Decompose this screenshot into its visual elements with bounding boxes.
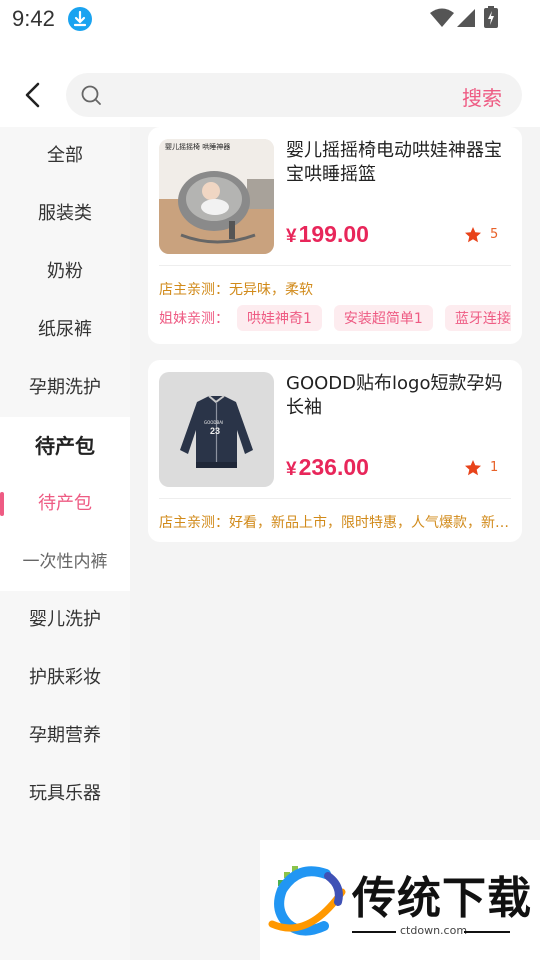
product-price: ¥199.00 [286,221,369,248]
owner-review-label: 店主亲测： [159,515,229,531]
price-value: 199.00 [298,221,369,247]
product-card[interactable]: GOODBAI 23 GOODD贴布logo短款孕妈长袖 ¥236.00 1 店… [148,360,522,542]
download-icon [68,7,92,31]
sidebar-item-pregnancy-nutrition[interactable]: 孕期营养 [0,707,130,765]
tag[interactable]: 哄娃神奇1 [237,305,322,331]
owner-review-text: 好看，新品上市，限时特惠，人气爆款，新品上市 [229,515,511,531]
watermark: 传统下载 ctdown.com [260,840,540,960]
search-box[interactable]: 搜索 [66,73,522,117]
watermark-line-right [464,931,510,933]
divider [159,265,511,266]
owner-review-label: 店主亲测： [159,282,229,298]
sidebar-item-skincare-makeup[interactable]: 护肤彩妆 [0,649,130,707]
product-image[interactable]: GOODBAI 23 [159,372,274,487]
star-icon[interactable] [464,226,482,244]
sidebar-item-diapers[interactable]: 纸尿裤 [0,301,130,359]
wifi-icon [430,8,454,27]
svg-text:GOODBAI: GOODBAI [204,420,223,425]
category-sidebar: 全部 服装类 奶粉 纸尿裤 孕期洗护 待产包 待产包 一次性内裤 婴儿洗护 护肤… [0,127,130,960]
sidebar-item-delivery-bag[interactable]: 待产包 [0,417,130,475]
product-title: 婴儿摇摇椅电动哄娃神器宝宝哄睡摇篮 [286,140,502,185]
owner-review: 店主亲测：好看，新品上市，限时特惠，人气爆款，新品上市 [159,512,511,532]
tag[interactable]: 安装超简单1 [333,305,433,331]
product-price: ¥236.00 [286,454,369,481]
product-image-number: 23 [210,426,220,436]
sidebar-item-clothing[interactable]: 服装类 [0,185,130,243]
sidebar-item-all[interactable]: 全部 [0,127,130,185]
watermark-url: ctdown.com [400,924,468,937]
owner-review: 店主亲测：无异味，柔软 [159,279,511,299]
product-title: GOODD贴布logo短款孕妈长袖 [286,373,503,418]
currency-symbol: ¥ [286,459,297,480]
like-count: 1 [490,460,499,475]
product-list: 婴儿摇摇椅 哄睡神器 婴儿摇摇椅电动哄娃神器宝宝哄睡摇篮 ¥199.00 5 店… [130,127,540,960]
status-time: 9:42 [12,6,55,31]
active-indicator [0,492,4,516]
ctdown-logo-icon [268,866,346,936]
star-icon[interactable] [464,459,482,477]
search-button[interactable]: 搜索 [462,82,502,111]
sidebar-item-baby-care[interactable]: 婴儿洗护 [0,591,130,649]
sister-tags-row: 姐妹亲测： 哄娃神奇1 安装超简单1 蓝牙连接 [159,305,511,333]
price-value: 236.00 [298,454,369,480]
product-image-caption: 婴儿摇摇椅 哄睡神器 [165,142,230,151]
sidebar-item-milk-powder[interactable]: 奶粉 [0,243,130,301]
product-image[interactable]: 婴儿摇摇椅 哄睡神器 [159,139,274,254]
search-icon [81,85,101,105]
owner-review-text: 无异味，柔软 [229,282,313,298]
product-card[interactable]: 婴儿摇摇椅 哄睡神器 婴儿摇摇椅电动哄娃神器宝宝哄睡摇篮 ¥199.00 5 店… [148,127,522,344]
sidebar-subitem-disposable-underwear[interactable]: 一次性内裤 [0,533,130,591]
sister-tags-label: 姐妹亲测： [159,311,229,327]
back-arrow-icon[interactable] [20,80,48,110]
battery-icon [484,6,498,28]
watermark-title: 传统下载 [352,873,532,924]
tag[interactable]: 蓝牙连接 [444,305,511,331]
header: 搜索 [0,60,540,130]
search-input[interactable] [114,73,444,117]
signal-icon [457,9,475,27]
status-bar: 9:42 [0,0,540,40]
sidebar-item-toys-instruments[interactable]: 玩具乐器 [0,765,130,823]
watermark-line-left [352,931,396,933]
currency-symbol: ¥ [286,226,297,247]
like-count: 5 [490,227,499,242]
sidebar-subitem-delivery-bag[interactable]: 待产包 [0,475,130,533]
sidebar-subitem-label: 待产包 [38,493,92,514]
sidebar-item-pregnancy-care[interactable]: 孕期洗护 [0,359,130,417]
divider [159,498,511,499]
